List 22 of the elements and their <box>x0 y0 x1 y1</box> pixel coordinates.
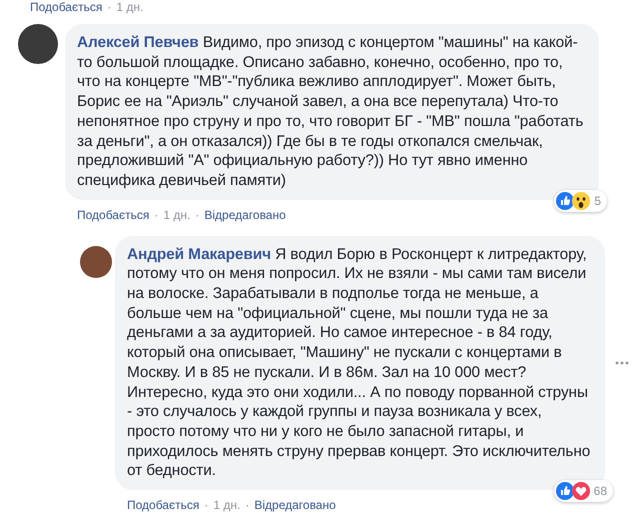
separator: · <box>154 208 158 222</box>
like-icon <box>556 192 574 210</box>
like-link[interactable]: Подобається <box>127 498 200 512</box>
separator: · <box>107 0 112 14</box>
author-link[interactable]: Андрей Макаревич <box>127 246 271 263</box>
like-link[interactable]: Подобається <box>77 208 150 222</box>
reaction-count: 68 <box>594 484 607 498</box>
edited-link[interactable]: Відредаговано <box>254 498 336 512</box>
author-link[interactable]: Алексей Певчев <box>77 34 199 51</box>
like-icon <box>556 482 574 500</box>
comment-text: Алексей Певчев Видимо, про эпизод с концертом "машины" на какой-то большой площадке. Описано забавно, конечно, особенно, про то, что на концерте "МВ"-"публика вежливо апплодирует". Может быть, Борис ее на "Ариэль" случаной завел, а она все перепутала) Что-то непонятное про струну и про то, что говорит БГ - "МВ" пошла "работать за деньги", а он отказался)) Где бы в те годы откопался смельчак, предложивший "А" официальную работу?)) Но тут явно именно специфика девичьей памяти) <box>77 33 584 191</box>
comment-text: Андрей Макаревич Я водил Борю в Росконцерт к литредактору, потому что он меня попросил. Их не взяли - мы сами там висели на волоске. Зарабатывали в подполье тогда не меньше, а больше чем на "официальной" сцене, мы пошли туда не за деньгами а за аудиторией. Но самое интересное - в 84 году, который она описывает, "Машину" не пускали с концертами в Москву. И в 85 не пускали. И в 86м. Зал на 10 000 мест? Интересно, куда это они ходили... А по поводу порванной струны - это случалось у каждой группы и пауза возникала у всех, просто потому что ни у кого не было запасной гитары, и приходилось менять струну прервав концерт. Это исключительно от бедности. <box>127 244 592 482</box>
reaction-count: 5 <box>594 194 601 208</box>
avatar[interactable] <box>80 246 112 278</box>
avatar[interactable] <box>18 24 58 64</box>
surprised-face-icon <box>572 192 590 210</box>
edited-link[interactable]: Відредаговано <box>204 208 286 222</box>
separator: · <box>245 498 250 512</box>
separator: · <box>195 208 200 222</box>
separator: · <box>204 498 208 512</box>
more-options-icon[interactable] <box>615 360 629 365</box>
like-link[interactable]: Подобається <box>30 0 102 14</box>
